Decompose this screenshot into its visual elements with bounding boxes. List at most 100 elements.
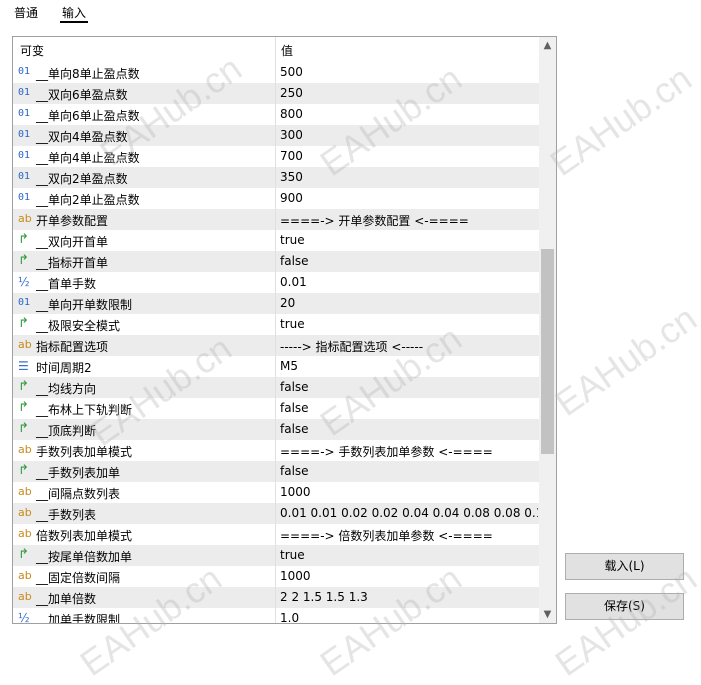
column-divider xyxy=(275,356,276,377)
column-divider xyxy=(275,62,276,83)
scrollbar-thumb[interactable] xyxy=(541,249,554,454)
double-type-icon: ½ xyxy=(18,611,30,623)
parameter-value[interactable]: 1000 xyxy=(280,569,538,583)
table-row[interactable]: 01 __单向6单止盈点数 800 xyxy=(13,104,539,125)
table-row[interactable]: ab 指标配置选项 -----> 指标配置选项 <----- xyxy=(13,335,539,356)
parameter-name: __指标开首单 xyxy=(36,256,109,270)
parameter-value[interactable]: 350 xyxy=(280,170,538,184)
vertical-scrollbar[interactable]: ▲ ▼ xyxy=(539,37,556,623)
table-row[interactable]: ab __手数列表 0.01 0.01 0.02 0.02 0.04 0.04 0.… xyxy=(13,503,539,524)
parameter-value[interactable]: 0.01 0.01 0.02 0.02 0.04 0.04 0.08 0.08 … xyxy=(280,506,538,520)
table-row[interactable]: ab __固定倍数间隔 1000 xyxy=(13,566,539,587)
table-row[interactable]: ab __加单倍数 2 2 1.5 1.5 1.3 xyxy=(13,587,539,608)
tab-inputs[interactable]: 输入 xyxy=(60,4,89,23)
table-row[interactable]: ☰ 时间周期2 M5 xyxy=(13,356,539,377)
parameter-value[interactable]: ====-> 倍数列表加单参数 <-==== xyxy=(280,527,538,544)
column-divider xyxy=(275,167,276,188)
grid-rows: 01 __单向8单止盈点数 500 01 __双向6单盈点数 250 01 __单向6单止盈点… xyxy=(13,62,539,623)
parameter-name: __单向8单止盈点数 xyxy=(36,67,140,81)
parameter-value[interactable]: false xyxy=(280,254,538,268)
table-row[interactable]: 01 __双向2单盈点数 350 xyxy=(13,167,539,188)
parameter-value[interactable]: 250 xyxy=(280,86,538,100)
parameter-value[interactable]: 1000 xyxy=(280,485,538,499)
parameter-name: __首单手数 xyxy=(36,277,97,291)
parameter-value[interactable]: 20 xyxy=(280,296,538,310)
table-row[interactable]: ↱ __手数列表加单 false xyxy=(13,461,539,482)
parameter-name: __间隔点数列表 xyxy=(36,487,121,501)
integer-type-icon: 01 xyxy=(18,171,31,182)
integer-type-icon: 01 xyxy=(18,297,31,308)
column-divider xyxy=(275,188,276,209)
table-row[interactable]: ↱ __顶底判断 false xyxy=(13,419,539,440)
parameter-value[interactable]: M5 xyxy=(280,359,538,373)
parameter-name: __手数列表加单 xyxy=(36,466,121,480)
table-row[interactable]: ↱ __均线方向 false xyxy=(13,377,539,398)
integer-type-icon: 01 xyxy=(18,192,31,203)
parameter-name: __双向4单盈点数 xyxy=(36,130,128,144)
column-divider xyxy=(275,608,276,623)
integer-type-icon: 01 xyxy=(18,150,31,161)
table-row[interactable]: 01 __单向开单数限制 20 xyxy=(13,293,539,314)
parameter-value[interactable]: ====-> 手数列表加单参数 <-==== xyxy=(280,443,538,460)
save-button[interactable]: 保存(S) xyxy=(565,593,684,620)
column-header-variable[interactable]: 可变 xyxy=(20,42,44,59)
tab-bar: 普通 输入 xyxy=(0,0,701,28)
parameter-value[interactable]: true xyxy=(280,548,538,562)
parameter-value[interactable]: 500 xyxy=(280,65,538,79)
parameter-value[interactable]: false xyxy=(280,464,538,478)
table-row[interactable]: 01 __双向6单盈点数 250 xyxy=(13,83,539,104)
table-row[interactable]: ↱ __按尾单倍数加单 true xyxy=(13,545,539,566)
column-divider xyxy=(275,461,276,482)
parameter-name: __单向6单止盈点数 xyxy=(36,109,140,123)
table-row[interactable]: ↱ __指标开首单 false xyxy=(13,251,539,272)
table-row[interactable]: ↱ __极限安全模式 true xyxy=(13,314,539,335)
parameter-value[interactable]: true xyxy=(280,233,538,247)
table-row[interactable]: ↱ __双向开首单 true xyxy=(13,230,539,251)
boolean-type-icon: ↱ xyxy=(18,232,29,247)
column-divider xyxy=(275,83,276,104)
table-row[interactable]: ab 倍数列表加单模式 ====-> 倍数列表加单参数 <-==== xyxy=(13,524,539,545)
watermark: EAHub.cn xyxy=(547,297,701,424)
table-row[interactable]: ↱ __布林上下轨判断 false xyxy=(13,398,539,419)
parameter-value[interactable]: 2 2 1.5 1.5 1.3 xyxy=(280,590,538,604)
column-header-value[interactable]: 值 xyxy=(281,42,293,59)
parameter-name: 指标配置选项 xyxy=(36,340,109,354)
tab-general[interactable]: 普通 xyxy=(12,4,40,21)
table-row[interactable]: 01 __双向4单盈点数 300 xyxy=(13,125,539,146)
parameter-value[interactable]: 900 xyxy=(280,191,538,205)
table-row[interactable]: 01 __单向4单止盈点数 700 xyxy=(13,146,539,167)
string-type-icon: ab xyxy=(18,569,32,582)
parameter-name: __手数列表 xyxy=(36,508,97,522)
string-type-icon: ab xyxy=(18,506,32,519)
load-button[interactable]: 载入(L) xyxy=(565,553,684,580)
parameter-name: __双向开首单 xyxy=(36,235,109,249)
parameter-name: __单向2单止盈点数 xyxy=(36,193,140,207)
parameter-value[interactable]: 0.01 xyxy=(280,275,538,289)
column-divider xyxy=(275,272,276,293)
scroll-up-icon[interactable]: ▲ xyxy=(539,37,556,54)
table-row[interactable]: 01 __单向2单止盈点数 900 xyxy=(13,188,539,209)
table-row[interactable]: ab 手数列表加单模式 ====-> 手数列表加单参数 <-==== xyxy=(13,440,539,461)
table-row[interactable]: ab 开单参数配置 ====-> 开单参数配置 <-==== xyxy=(13,209,539,230)
parameter-value[interactable]: false xyxy=(280,422,538,436)
string-type-icon: ab xyxy=(18,590,32,603)
parameter-name: __均线方向 xyxy=(36,382,97,396)
scroll-down-icon[interactable]: ▼ xyxy=(539,606,556,623)
parameter-value[interactable]: false xyxy=(280,380,538,394)
table-row[interactable]: ab __间隔点数列表 1000 xyxy=(13,482,539,503)
parameter-value[interactable]: true xyxy=(280,317,538,331)
parameter-name: 时间周期2 xyxy=(36,361,92,375)
table-row[interactable]: 01 __单向8单止盈点数 500 xyxy=(13,62,539,83)
parameter-value[interactable]: 800 xyxy=(280,107,538,121)
parameter-value[interactable]: 1.0 xyxy=(280,611,538,623)
column-divider[interactable] xyxy=(275,37,276,62)
table-row[interactable]: ½ __加单手数限制 1.0 xyxy=(13,608,539,623)
parameter-value[interactable]: -----> 指标配置选项 <----- xyxy=(280,338,538,355)
parameter-value[interactable]: false xyxy=(280,401,538,415)
parameter-value[interactable]: ====-> 开单参数配置 <-==== xyxy=(280,212,538,229)
parameter-value[interactable]: 700 xyxy=(280,149,538,163)
column-divider xyxy=(275,293,276,314)
table-row[interactable]: ½ __首单手数 0.01 xyxy=(13,272,539,293)
parameter-value[interactable]: 300 xyxy=(280,128,538,142)
parameter-name: __固定倍数间隔 xyxy=(36,571,121,585)
